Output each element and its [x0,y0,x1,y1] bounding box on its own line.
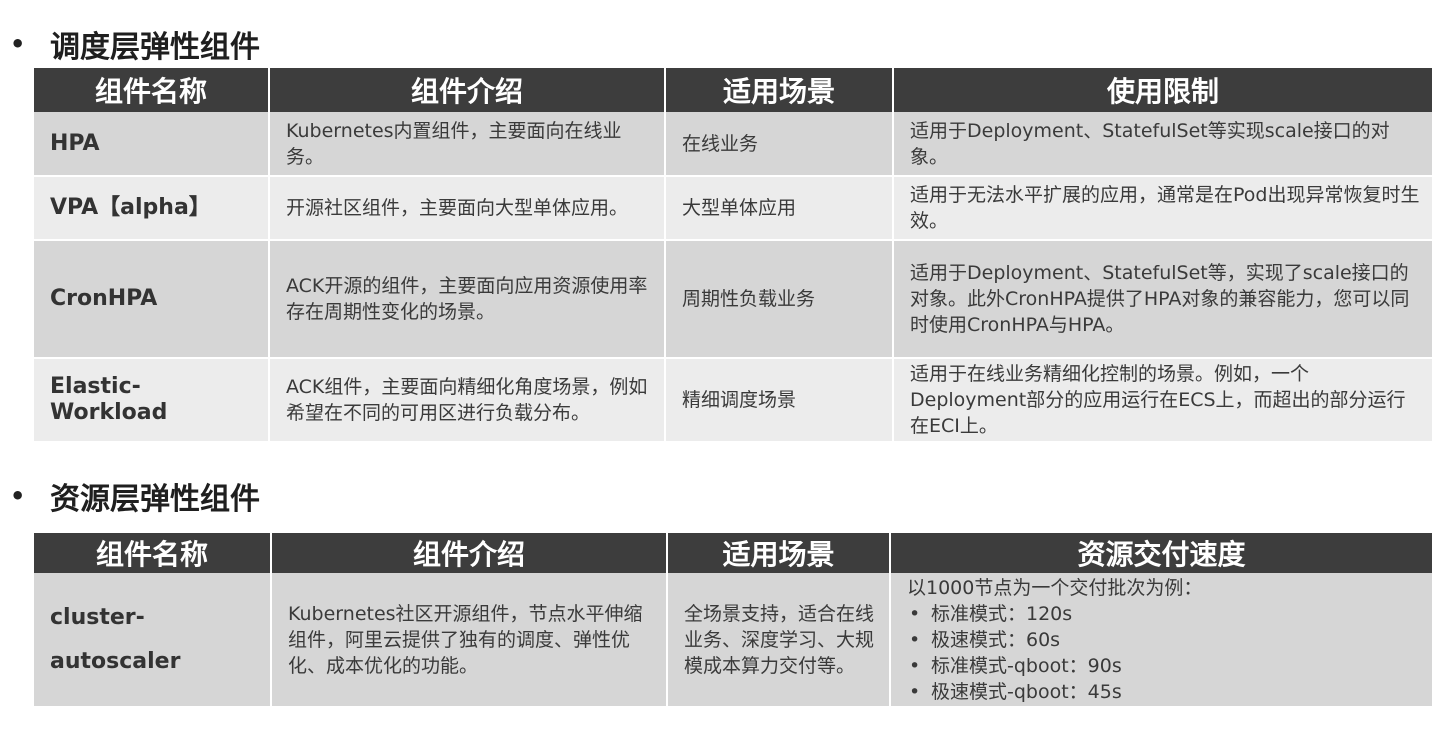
header-component-name: 组件名称 [34,68,270,112]
table-header-row: 组件名称 组件介绍 适用场景 资源交付速度 [34,533,1432,573]
table-header-row: 组件名称 组件介绍 适用场景 使用限制 [34,68,1432,112]
component-limit: 适用于Deployment、StatefulSet等实现scale接口的对象。 [893,112,1432,177]
component-name: Elastic-Workload [34,358,270,443]
bullet-icon: • [10,30,26,58]
header-scenario: 适用场景 [667,533,891,573]
header-component-intro: 组件介绍 [271,533,668,573]
component-intro: ACK开源的组件，主要面向应用资源使用率存在周期性变化的场景。 [269,240,666,359]
list-item: 标准模式：120s [907,601,1420,627]
component-limit: 适用于无法水平扩展的应用，通常是在Pod出现异常恢复时生效。 [893,176,1432,241]
component-scenario: 在线业务 [665,112,894,177]
resource-components-table: 组件名称 组件介绍 适用场景 资源交付速度 cluster-autoscaler… [34,533,1432,708]
header-component-name: 组件名称 [34,533,272,573]
component-limit: 适用于在线业务精细化控制的场景。例如，一个Deployment部分的应用运行在E… [893,358,1432,443]
list-item: 极速模式-qboot：45s [907,679,1420,705]
component-scenario: 精细调度场景 [665,358,894,443]
component-name: CronHPA [34,240,270,359]
speed-list: 标准模式：120s 极速模式：60s 标准模式-qboot：90s 极速模式-q… [907,601,1420,705]
component-intro: 开源社区组件，主要面向大型单体应用。 [269,176,666,241]
header-component-intro: 组件介绍 [269,68,666,112]
component-scenario: 全场景支持，适合在线业务、深度学习、大规模成本算力交付等。 [667,573,891,708]
table-row: Elastic-Workload ACK组件，主要面向精细化角度场景，例如希望在… [34,358,1432,443]
component-name: VPA【alpha】 [34,176,270,241]
list-item: 标准模式-qboot：90s [907,653,1420,679]
list-item: 极速模式：60s [907,627,1420,653]
component-intro: Kubernetes社区开源组件，节点水平伸缩组件，阿里云提供了独有的调度、弹性… [271,573,668,708]
bullet-icon: • [10,482,26,510]
section-title-text: 资源层弹性组件 [50,482,260,517]
speed-intro: 以1000节点为一个交付批次为例： [907,576,1203,599]
component-name: HPA [34,112,270,177]
table-row: cluster-autoscaler Kubernetes社区开源组件，节点水平… [34,573,1432,708]
scheduling-components-table: 组件名称 组件介绍 适用场景 使用限制 HPA Kubernetes内置组件，主… [34,68,1432,443]
component-intro: ACK组件，主要面向精细化角度场景，例如希望在不同的可用区进行负载分布。 [269,358,666,443]
header-delivery-speed: 资源交付速度 [890,533,1432,573]
component-name: cluster-autoscaler [34,573,272,708]
delivery-speed: 以1000节点为一个交付批次为例： 标准模式：120s 极速模式：60s 标准模… [890,573,1432,708]
section-title-text: 调度层弹性组件 [50,30,260,65]
header-limitation: 使用限制 [893,68,1432,112]
section-title-scheduling: • 调度层弹性组件 [10,22,260,66]
component-scenario: 大型单体应用 [665,176,894,241]
table-row: CronHPA ACK开源的组件，主要面向应用资源使用率存在周期性变化的场景。 … [34,240,1432,359]
table-row: HPA Kubernetes内置组件，主要面向在线业务。 在线业务 适用于Dep… [34,112,1432,177]
section-title-resource: • 资源层弹性组件 [10,474,260,518]
component-limit: 适用于Deployment、StatefulSet等，实现了scale接口的对象… [893,240,1432,359]
component-intro: Kubernetes内置组件，主要面向在线业务。 [269,112,666,177]
header-scenario: 适用场景 [665,68,894,112]
table-row: VPA【alpha】 开源社区组件，主要面向大型单体应用。 大型单体应用 适用于… [34,176,1432,241]
component-scenario: 周期性负载业务 [665,240,894,359]
